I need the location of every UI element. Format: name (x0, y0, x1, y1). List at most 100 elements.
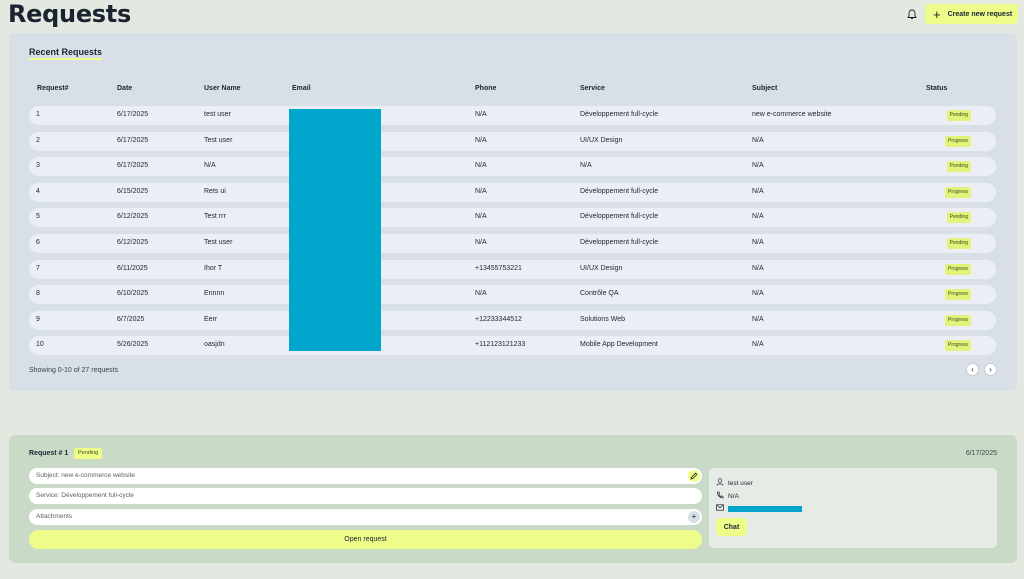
open-request-button[interactable]: Open request (29, 530, 702, 549)
chevron-right-icon[interactable]: › (984, 363, 997, 376)
table-row[interactable]: 6 6/12/2025 Test user N/A Développement … (29, 233, 996, 253)
request-date: 6/10/2025 (117, 290, 149, 298)
status-badge: Pending (74, 448, 103, 459)
status-badge: Progress (944, 340, 971, 352)
service: Mobile App Development (580, 341, 658, 349)
phone: +112123121233 (475, 341, 526, 349)
table-row[interactable]: 3 6/17/2025 N/A N/A N/A N/A Pending (29, 157, 996, 177)
plus-icon: + (933, 6, 941, 22)
status-badge: Progress (944, 289, 971, 301)
contact-card: test user N/A Chat (709, 468, 997, 548)
phone: N/A (475, 111, 487, 118)
create-new-request-button[interactable]: + Create new request (925, 4, 1018, 24)
attachments-placeholder: Attachments (36, 513, 73, 520)
status-badge: Pending (946, 212, 971, 224)
status-badge: Pending (946, 161, 971, 173)
user-name: Test rrr (204, 213, 226, 221)
subject: N/A (752, 315, 764, 323)
request-detail-title: Request # 1 (29, 450, 69, 457)
service: Développement full-cycle (580, 213, 659, 221)
subject: N/A (752, 341, 764, 349)
phone: N/A (475, 187, 487, 195)
service: Solutions Web (580, 315, 626, 323)
status-badge: Pending (946, 237, 971, 249)
contact-phone: N/A (716, 491, 739, 501)
table-header: Request# Date User Name Email Phone Serv… (9, 85, 1017, 97)
phone: N/A (475, 162, 487, 170)
column-header-service: Service (580, 85, 605, 92)
phone: N/A (475, 213, 487, 221)
user-name: test user (204, 111, 231, 118)
request-date: 5/26/2025 (117, 341, 149, 349)
table-row[interactable]: 8 6/10/2025 Ennnn N/A Contrôle QA N/A Pr… (29, 285, 996, 305)
create-new-request-label: Create new request (947, 10, 1013, 18)
request-date: 6/17/2025 (117, 111, 149, 118)
service: UI/UX Design (580, 264, 623, 272)
request-id: 6 (36, 238, 40, 246)
service-field[interactable]: Service: Développement full-cycle (29, 488, 702, 504)
service: Développement full-cycle (580, 238, 659, 246)
email-column-redaction (289, 109, 381, 351)
user-name: Test user (204, 136, 233, 144)
subject: N/A (752, 238, 764, 246)
status-badge: Progress (944, 314, 971, 326)
request-date: 6/7/2025 (117, 315, 145, 323)
user-name: Eerr (204, 315, 218, 323)
subject: N/A (752, 162, 764, 170)
request-detail-date: 6/17/2025 (965, 450, 997, 457)
request-detail-panel: Request # 1 Pending 6/17/2025 Subject: n… (9, 435, 1017, 563)
request-date: 6/12/2025 (117, 213, 149, 221)
request-id: 5 (36, 213, 40, 221)
table-row[interactable]: 4 6/15/2025 Rets ui N/A Développement fu… (29, 182, 996, 202)
chat-button[interactable]: Chat (716, 518, 747, 536)
email-redaction (728, 505, 802, 512)
add-attachment-icon[interactable]: + (688, 511, 700, 523)
chevron-left-icon[interactable]: ‹ (966, 363, 979, 376)
service: Développement full-cycle (580, 111, 659, 118)
contact-user: test user (716, 478, 753, 488)
request-id: 4 (36, 187, 40, 195)
table-row[interactable]: 1 6/17/2025 test user N/A Développement … (29, 106, 996, 125)
bell-icon[interactable] (905, 7, 919, 21)
phone: +13455753221 (475, 264, 522, 272)
phone: N/A (475, 290, 487, 298)
column-header-status: Status (926, 85, 948, 92)
pencil-icon[interactable] (688, 470, 700, 482)
status-badge: Progress (944, 263, 971, 275)
table-row[interactable]: 2 6/17/2025 Test user N/A UI/UX Design N… (29, 131, 996, 151)
status-badge: Pending (946, 110, 971, 121)
attachments-field[interactable]: Attachments + (29, 509, 702, 525)
subject: N/A (752, 187, 764, 195)
request-date: 6/17/2025 (117, 136, 149, 144)
column-header-subject: Subject (752, 85, 778, 92)
requests-table-body: 1 6/17/2025 test user N/A Développement … (29, 106, 996, 362)
service: N/A (580, 162, 592, 170)
request-id: 10 (36, 341, 44, 349)
user-name: N/A (204, 162, 216, 170)
subject: N/A (752, 290, 764, 298)
column-header-phone: Phone (475, 85, 497, 92)
phone-icon (716, 491, 724, 501)
user-name: oasjdn (204, 341, 225, 349)
user-name: Ennnn (204, 290, 225, 298)
subject-field[interactable]: Subject: new e-commerce website (29, 468, 702, 484)
table-row[interactable]: 9 6/7/2025 Eerr +12233344512 Solutions W… (29, 310, 996, 330)
user-name: Rets ui (204, 187, 226, 195)
table-row[interactable]: 10 5/26/2025 oasjdn +112123121233 Mobile… (29, 336, 996, 356)
table-row[interactable]: 5 6/12/2025 Test rrr N/A Développement f… (29, 208, 996, 228)
recent-requests-title: Recent Requests (29, 47, 103, 60)
request-id: 7 (36, 264, 40, 272)
column-header-user-name: User Name (204, 85, 241, 92)
request-id: 8 (36, 290, 40, 298)
user-name: Test user (204, 238, 233, 246)
request-date: 6/11/2025 (117, 264, 148, 272)
column-header-date: Date (117, 85, 133, 92)
subject: new e-commerce website (752, 111, 832, 118)
contact-user-name: test user (728, 479, 753, 487)
user-name: Ihor T (204, 264, 223, 272)
service: UI/UX Design (580, 136, 623, 144)
phone: N/A (475, 136, 487, 144)
request-id: 9 (36, 315, 40, 323)
subject: N/A (752, 213, 764, 221)
table-row[interactable]: 7 6/11/2025 Ihor T +13455753221 UI/UX De… (29, 259, 996, 279)
